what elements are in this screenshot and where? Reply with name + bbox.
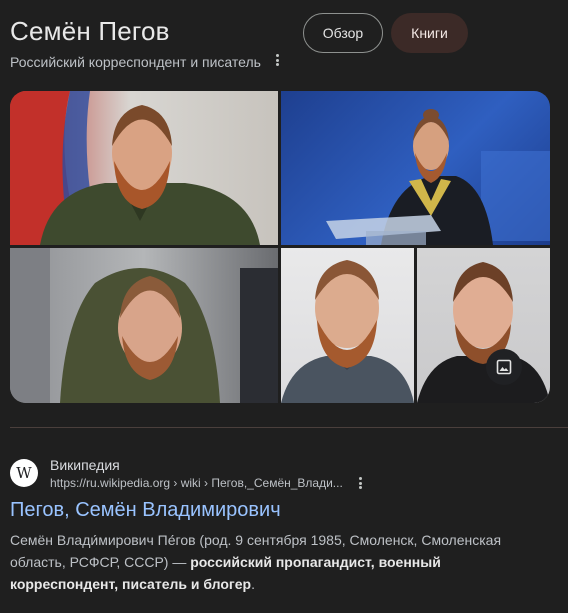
source-name[interactable]: Википедия [50,457,120,473]
result-more-options-icon[interactable] [355,476,365,490]
chip-books[interactable]: Книги [391,13,468,53]
gallery-image-2[interactable] [281,91,550,245]
result-title-link[interactable]: Пегов, Семён Владимирович [10,499,281,522]
section-divider [10,427,568,428]
gallery-image-1[interactable] [10,91,278,245]
gallery-image-5[interactable] [417,248,550,403]
result-snippet: Семён Влади́мирович Пе́гов (род. 9 сентя… [10,529,540,595]
snippet-end: . [251,576,255,592]
more-options-icon[interactable] [272,52,282,68]
gallery-image-3[interactable] [10,248,278,403]
result-source: W Википедия https://ru.wikipedia.org › w… [10,455,550,495]
entity-title: Семён Пегов [10,16,170,46]
image-gallery [10,91,550,403]
chip-overview[interactable]: Обзор [303,13,383,53]
wikipedia-icon[interactable]: W [10,459,38,487]
image-search-button[interactable] [486,349,522,385]
image-icon [496,359,512,375]
entity-subtitle: Российский корреспондент и писатель [10,54,261,70]
knowledge-panel-header: Семён Пегов Российский корреспондент и п… [10,14,558,74]
gallery-image-4[interactable] [281,248,414,403]
source-url[interactable]: https://ru.wikipedia.org › wiki › Пегов,… [50,476,343,490]
